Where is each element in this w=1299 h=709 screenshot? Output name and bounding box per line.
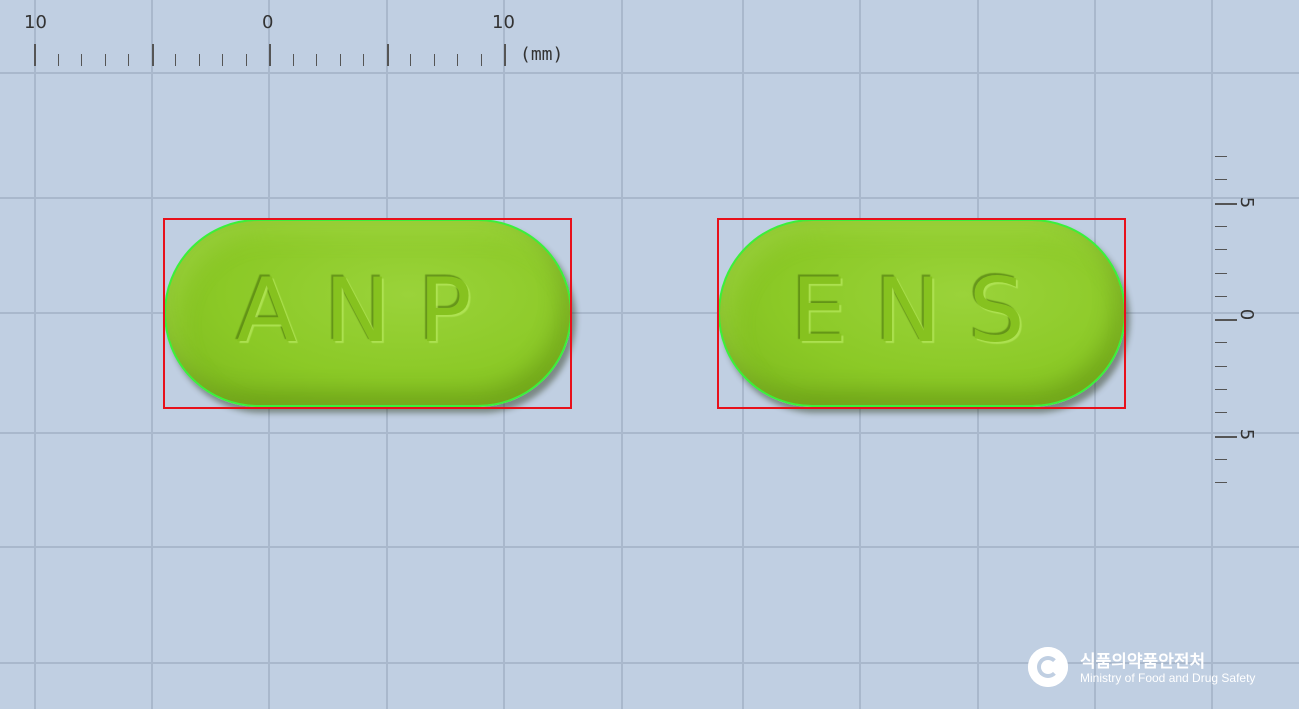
ruler-tick bbox=[1215, 295, 1227, 297]
logo-korean-name: 식품의약품안전처 bbox=[1080, 652, 1206, 672]
ruler-label: 10 bbox=[24, 12, 47, 33]
ruler-tick bbox=[34, 44, 36, 66]
ruler-tick bbox=[128, 54, 129, 66]
ruler-tick bbox=[1215, 179, 1227, 181]
ruler-label: 5 bbox=[1236, 196, 1258, 209]
grid-line bbox=[0, 197, 1299, 199]
ruler-tick bbox=[386, 44, 389, 66]
ruler-tick bbox=[1215, 249, 1227, 251]
ruler-tick bbox=[1215, 319, 1237, 322]
ruler-tick bbox=[1215, 272, 1227, 274]
ruler-tick bbox=[1215, 458, 1227, 460]
ruler-tick bbox=[151, 44, 154, 66]
grid-line bbox=[34, 0, 36, 709]
ruler-tick bbox=[1215, 202, 1237, 205]
ruler-tick bbox=[198, 54, 200, 66]
mfds-logo: 식품의약품안전처 Ministry of Food and Drug Safet… bbox=[1028, 645, 1268, 695]
ruler-tick bbox=[457, 54, 458, 66]
grid-line bbox=[0, 432, 1299, 434]
ruler-tick bbox=[316, 54, 317, 66]
ruler-tick bbox=[81, 54, 82, 66]
ruler-label: 0 bbox=[262, 12, 274, 33]
pill-image-canvas: 10 0 10 (mm) 5 0 5 ANP ENS 식품의약품안전처 Mini… bbox=[0, 0, 1299, 709]
ruler-tick bbox=[269, 44, 271, 66]
ruler-tick bbox=[1215, 365, 1227, 367]
grid-line bbox=[151, 0, 153, 709]
ruler-tick bbox=[104, 54, 106, 66]
ruler-tick bbox=[1215, 435, 1237, 438]
ruler-tick bbox=[245, 54, 247, 66]
top-ruler: 10 0 10 (mm) bbox=[0, 0, 600, 72]
ruler-tick bbox=[1215, 225, 1227, 227]
ruler-label: 0 bbox=[1236, 308, 1258, 321]
logo-english-name: Ministry of Food and Drug Safety bbox=[1080, 671, 1256, 685]
ruler-tick bbox=[222, 54, 223, 66]
grid-line bbox=[621, 0, 623, 709]
ruler-tick bbox=[504, 44, 506, 66]
ruler-tick bbox=[1215, 389, 1227, 390]
ruler-unit: (mm) bbox=[520, 44, 564, 65]
ruler-tick bbox=[410, 54, 411, 66]
ruler-label: 10 bbox=[492, 12, 515, 33]
ruler-tick bbox=[175, 54, 176, 66]
ruler-label: 5 bbox=[1236, 428, 1258, 441]
pill-bounding-box bbox=[163, 218, 572, 409]
ruler-tick bbox=[1215, 156, 1227, 157]
grid-line bbox=[0, 72, 1299, 74]
ruler-tick bbox=[1215, 482, 1227, 484]
grid-line bbox=[0, 546, 1299, 548]
right-ruler: 5 0 5 bbox=[1205, 150, 1275, 495]
ruler-tick bbox=[292, 54, 294, 66]
ruler-tick bbox=[1215, 342, 1227, 344]
ruler-tick bbox=[363, 54, 364, 66]
ruler-tick bbox=[57, 54, 59, 66]
ruler-tick bbox=[433, 54, 435, 66]
pill-bounding-box bbox=[717, 218, 1126, 409]
ruler-tick bbox=[339, 54, 341, 66]
ruler-tick bbox=[480, 54, 482, 66]
mfds-emblem-icon bbox=[1028, 647, 1068, 687]
ruler-tick bbox=[1215, 412, 1227, 414]
